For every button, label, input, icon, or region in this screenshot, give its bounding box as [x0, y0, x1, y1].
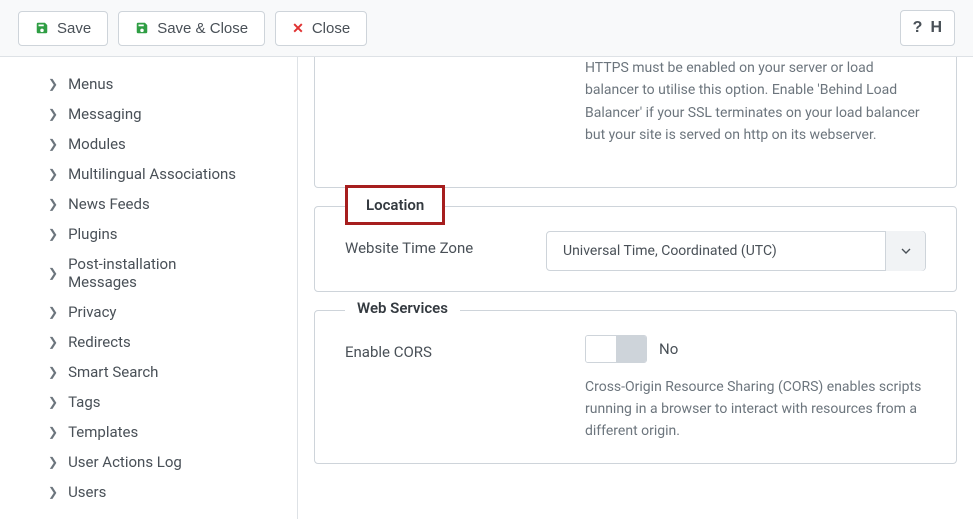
chevron-down-icon: [885, 231, 925, 271]
timezone-value: Universal Time, Coordinated (UTC): [563, 243, 777, 259]
chevron-right-icon: ❯: [48, 227, 58, 241]
sidebar-item-tags[interactable]: ❯ Tags: [36, 387, 297, 417]
sidebar-item-label: Messaging: [68, 105, 141, 123]
sidebar-item-smart-search[interactable]: ❯ Smart Search: [36, 357, 297, 387]
location-fieldset: Location Website Time Zone Universal Tim…: [314, 206, 957, 292]
help-button-label: H: [930, 19, 942, 37]
sidebar-item-post-installation-messages[interactable]: ❯ Post-installation Messages: [36, 249, 297, 297]
sidebar-item-multilingual-associations[interactable]: ❯ Multilingual Associations: [36, 159, 297, 189]
sidebar-item-label: Plugins: [68, 225, 117, 243]
save-button-label: Save: [57, 20, 91, 37]
save-icon: [35, 21, 49, 35]
chevron-right-icon: ❯: [48, 137, 58, 151]
close-button-label: Close: [312, 20, 350, 37]
chevron-right-icon: ❯: [48, 335, 58, 349]
cors-value: No: [659, 340, 678, 358]
chevron-right-icon: ❯: [48, 365, 58, 379]
sidebar-item-user-actions-log[interactable]: ❯ User Actions Log: [36, 447, 297, 477]
ssl-fieldset: HTTPS must be enabled on your server or …: [314, 57, 957, 188]
sidebar-item-label: Tags: [68, 393, 100, 411]
close-icon: ✕: [292, 20, 304, 37]
chevron-right-icon: ❯: [48, 485, 58, 499]
save-close-button-label: Save & Close: [157, 20, 248, 37]
chevron-right-icon: ❯: [48, 266, 58, 280]
sidebar-item-modules[interactable]: ❯ Modules: [36, 129, 297, 159]
chevron-right-icon: ❯: [48, 107, 58, 121]
sidebar-item-label: News Feeds: [68, 195, 150, 213]
chevron-right-icon: ❯: [48, 395, 58, 409]
sidebar-item-users[interactable]: ❯ Users: [36, 477, 297, 507]
cors-label: Enable CORS: [345, 335, 565, 361]
location-legend: Location: [345, 185, 445, 225]
chevron-right-icon: ❯: [48, 77, 58, 91]
timezone-label: Website Time Zone: [345, 231, 526, 257]
webservices-fieldset: Web Services Enable CORS No Cross-Origin…: [314, 310, 957, 464]
save-icon: [135, 21, 149, 35]
save-button[interactable]: Save: [18, 11, 108, 46]
help-icon: ?: [913, 19, 923, 37]
sidebar-item-label: Smart Search: [68, 363, 158, 381]
timezone-select[interactable]: Universal Time, Coordinated (UTC): [546, 231, 926, 271]
sidebar-item-redirects[interactable]: ❯ Redirects: [36, 327, 297, 357]
save-close-button[interactable]: Save & Close: [118, 11, 265, 46]
sidebar-item-label: Menus: [68, 75, 113, 93]
sidebar-item-messaging[interactable]: ❯ Messaging: [36, 99, 297, 129]
chevron-right-icon: ❯: [48, 197, 58, 211]
sidebar: ❯ Menus ❯ Messaging ❯ Modules ❯ Multilingual As…: [18, 57, 298, 519]
sidebar-item-label: User Actions Log: [68, 453, 182, 471]
sidebar-item-label: Post-installation Messages: [68, 255, 248, 291]
sidebar-item-label: Users: [68, 483, 106, 501]
sidebar-item-plugins[interactable]: ❯ Plugins: [36, 219, 297, 249]
cors-toggle[interactable]: [585, 335, 647, 363]
webservices-legend: Web Services: [345, 299, 460, 317]
chevron-right-icon: ❯: [48, 455, 58, 469]
main-content: HTTPS must be enabled on your server or …: [298, 57, 973, 519]
chevron-right-icon: ❯: [48, 167, 58, 181]
toolbar: Save Save & Close ✕ Close ? H: [0, 0, 973, 57]
sidebar-item-news-feeds[interactable]: ❯ News Feeds: [36, 189, 297, 219]
sidebar-item-label: Modules: [68, 135, 126, 153]
close-button[interactable]: ✕ Close: [275, 11, 367, 46]
sidebar-item-privacy[interactable]: ❯ Privacy: [36, 297, 297, 327]
sidebar-item-label: Multilingual Associations: [68, 165, 236, 183]
help-button[interactable]: ? H: [900, 10, 955, 46]
sidebar-item-menus[interactable]: ❯ Menus: [36, 69, 297, 99]
sidebar-item-label: Privacy: [68, 303, 116, 321]
cors-description: Cross-Origin Resource Sharing (CORS) ena…: [585, 376, 926, 443]
chevron-right-icon: ❯: [48, 305, 58, 319]
chevron-right-icon: ❯: [48, 425, 58, 439]
ssl-description: HTTPS must be enabled on your server or …: [585, 57, 926, 147]
sidebar-item-templates[interactable]: ❯ Templates: [36, 417, 297, 447]
sidebar-item-label: Templates: [68, 423, 138, 441]
sidebar-item-label: Redirects: [68, 333, 131, 351]
